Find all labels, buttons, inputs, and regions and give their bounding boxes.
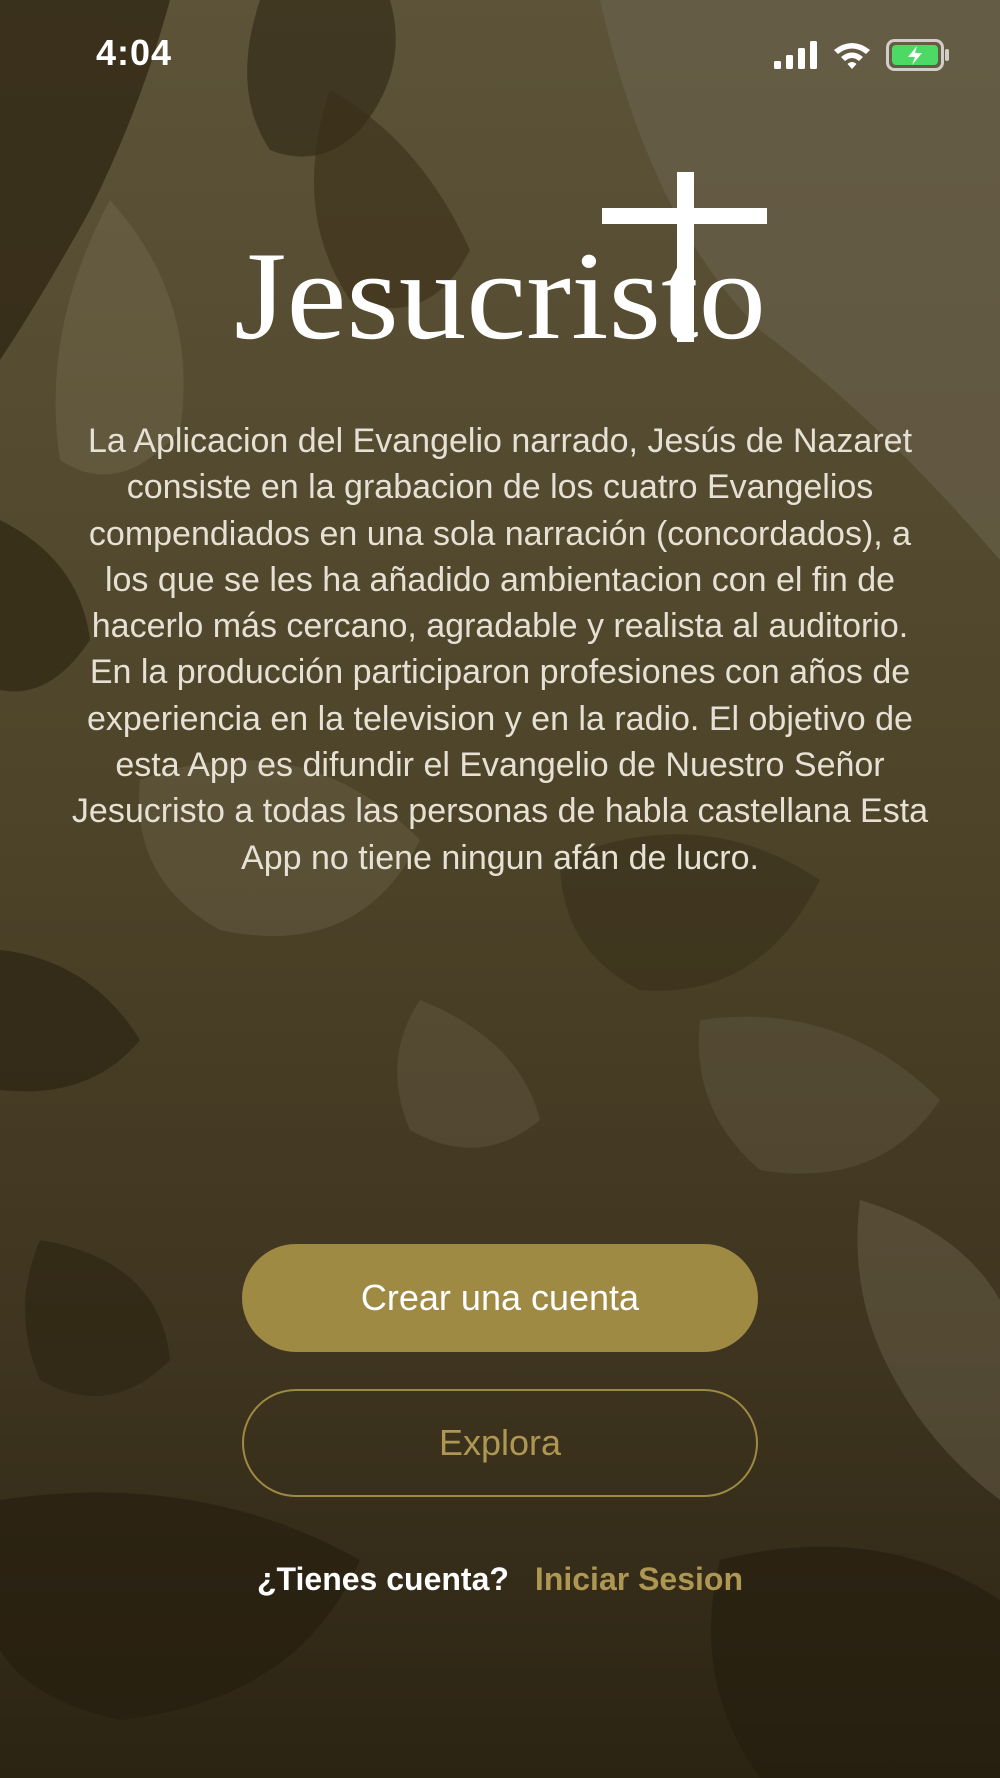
- app-logo: Jesucristo: [0, 150, 1000, 380]
- create-account-button[interactable]: Crear una cuenta: [242, 1244, 758, 1352]
- status-icons: [774, 38, 950, 72]
- status-time: 4:04: [96, 32, 173, 73]
- login-prompt: ¿Tienes cuenta? Iniciar Sesion: [0, 1554, 1000, 1604]
- battery-charging-icon: [886, 39, 949, 71]
- logo-cross-horizontal: [602, 208, 767, 224]
- login-question: ¿Tienes cuenta?: [257, 1560, 509, 1597]
- status-bar: 4:04: [0, 0, 1000, 110]
- intro-description: La Aplicacion del Evangelio narrado, Jes…: [71, 422, 929, 877]
- login-link[interactable]: Iniciar Sesion: [535, 1561, 743, 1598]
- wifi-icon: [834, 43, 870, 69]
- logo-cross-vertical: [677, 172, 694, 342]
- cellular-signal-icon: [774, 41, 817, 69]
- explore-button[interactable]: Explora: [242, 1389, 758, 1497]
